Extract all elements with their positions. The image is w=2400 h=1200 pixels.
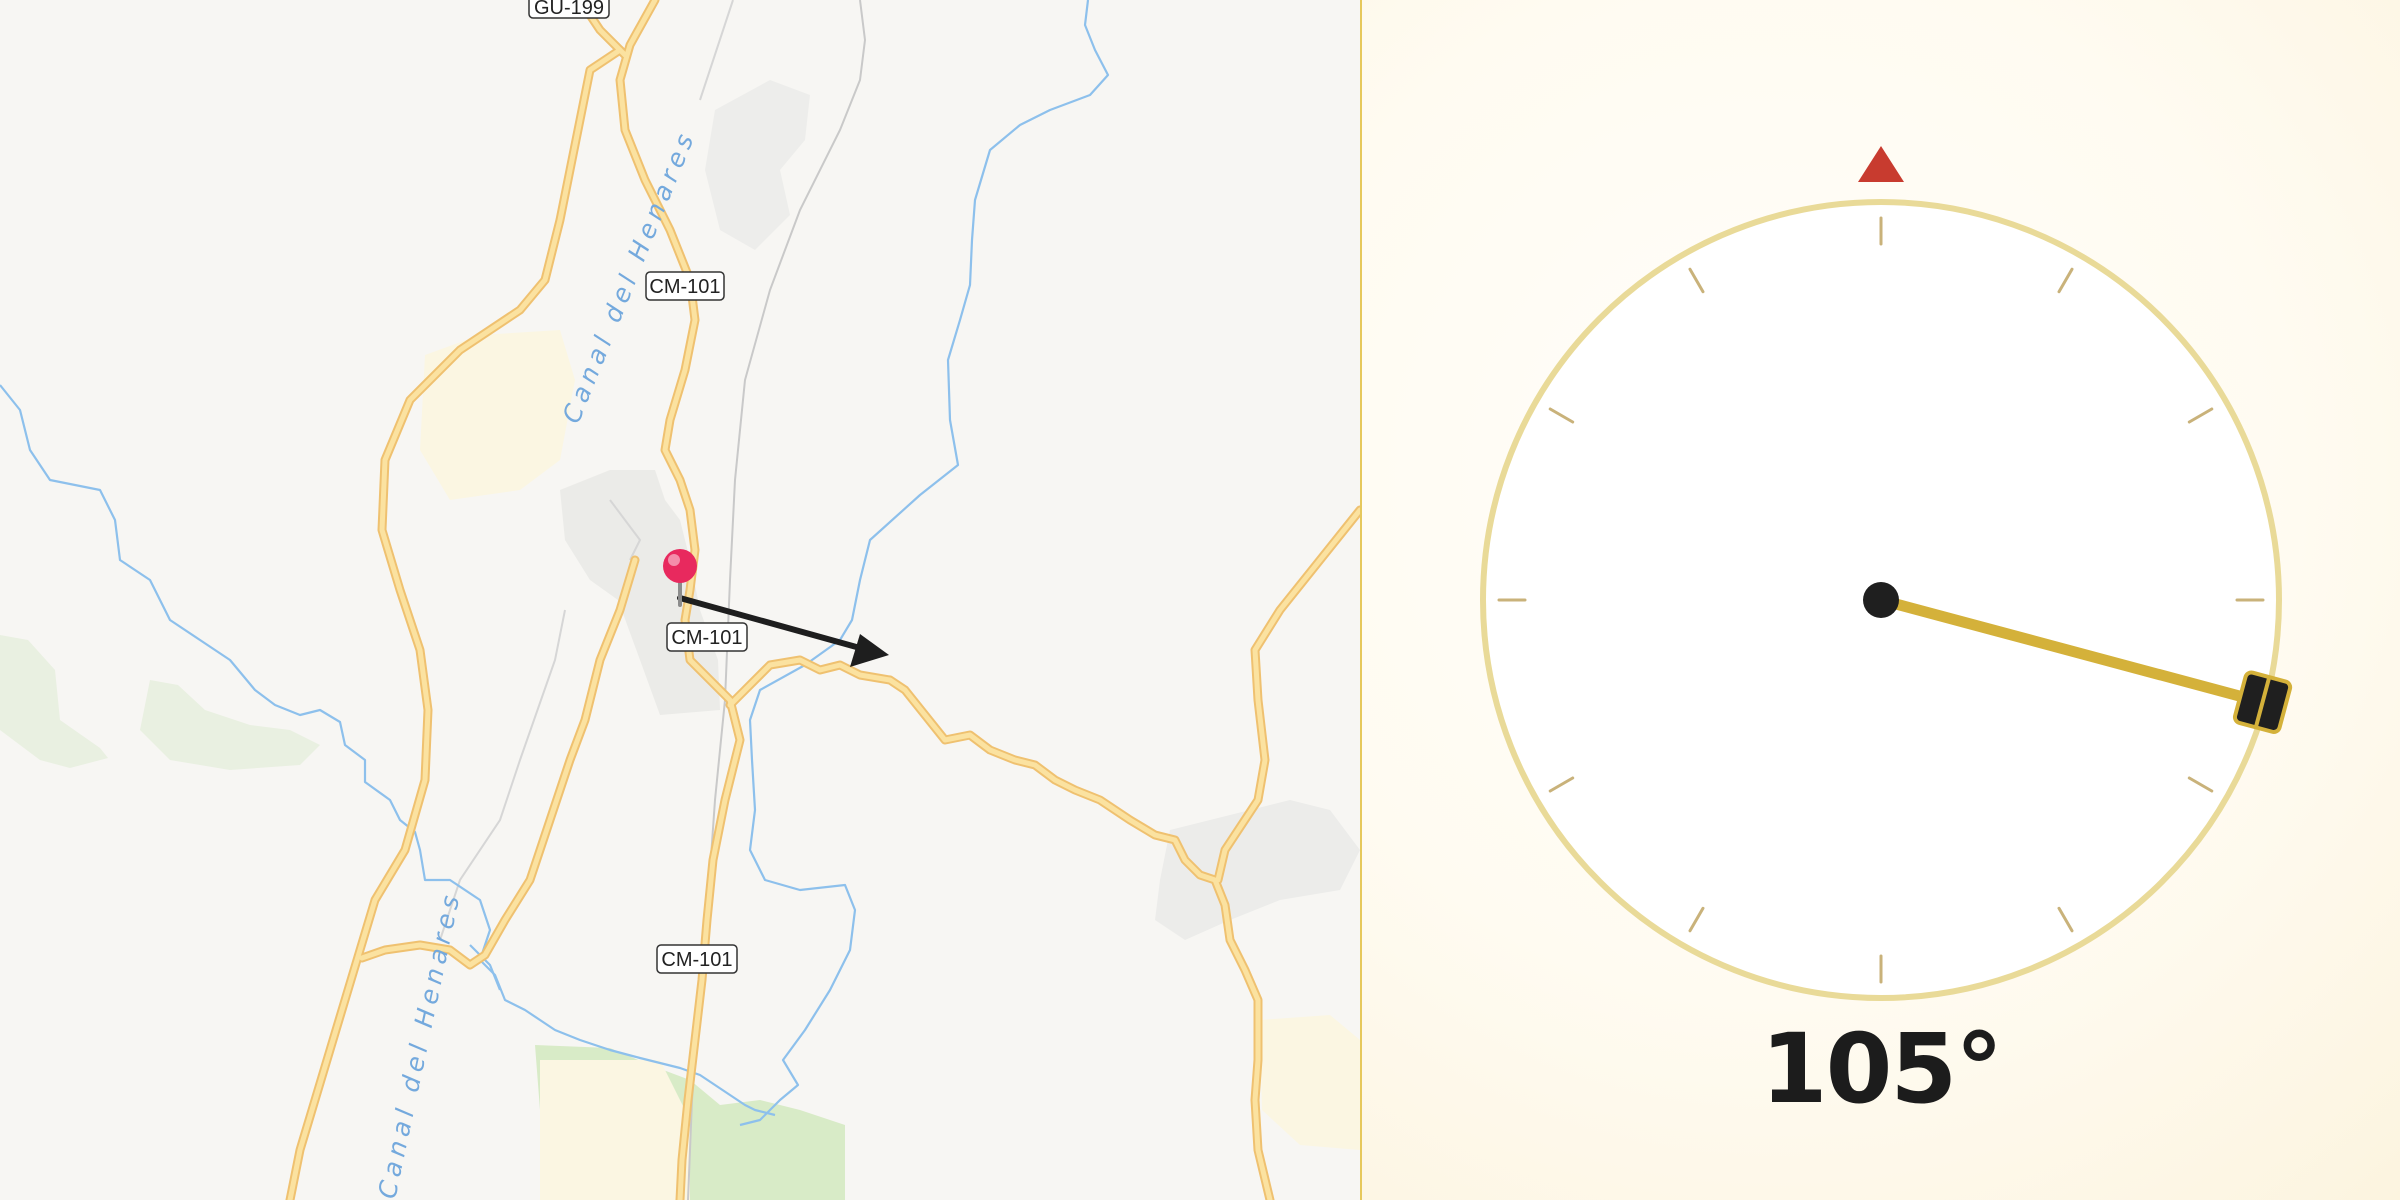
svg-text:CM-101: CM-101	[671, 627, 742, 649]
svg-text:GU-199: GU-199	[534, 0, 604, 19]
road-shield-cm101-middle: CM-101	[666, 622, 748, 652]
urban-areas	[560, 80, 1360, 940]
canal-label-south: Canal del Henares	[373, 888, 467, 1200]
app-root: Canal del Henares Canal del Henares GU-1…	[0, 0, 2400, 1200]
road-casings	[285, 0, 1360, 1200]
farmland-areas	[420, 330, 1360, 1200]
north-marker-icon	[1858, 146, 1904, 182]
map-view[interactable]: Canal del Henares Canal del Henares GU-1…	[0, 0, 1360, 1200]
road-shield-gu199: GU-199	[528, 0, 610, 19]
road-fills	[287, 0, 1360, 1200]
vegetation-areas	[0, 635, 845, 1200]
compass-panel: 105°	[1362, 0, 2400, 1200]
road-shield-cm101-south: CM-101	[656, 944, 738, 974]
compass-dial	[1480, 146, 2293, 1001]
map-canvas[interactable]: Canal del Henares Canal del Henares GU-1…	[0, 0, 1360, 1200]
compass-hub	[1863, 582, 1899, 618]
svg-text:CM-101: CM-101	[649, 276, 720, 298]
heading-readout: 105°	[1760, 1013, 2003, 1125]
water-lines	[0, 0, 1110, 1127]
svg-text:CM-101: CM-101	[661, 949, 732, 971]
road-shield-cm101-north: CM-101	[645, 271, 725, 301]
